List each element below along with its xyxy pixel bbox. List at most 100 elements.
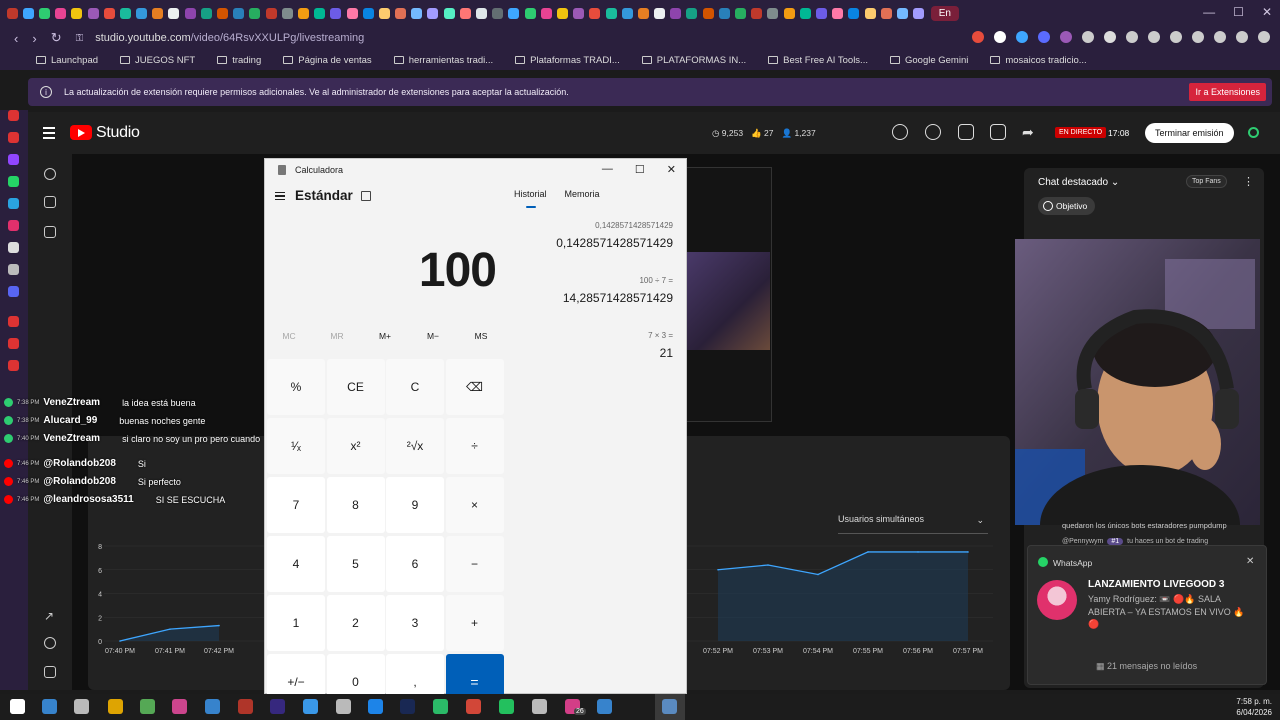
tab-favicon[interactable] (427, 7, 439, 19)
reciprocal-key[interactable]: ¹⁄ₓ (267, 418, 325, 474)
taskbar-app-icon[interactable] (74, 699, 89, 714)
tab-favicon[interactable] (718, 7, 730, 19)
stream-icon[interactable] (44, 168, 56, 180)
close-icon[interactable]: ✕ (1246, 556, 1254, 567)
sidebar-app-icon[interactable] (8, 338, 19, 349)
share-icon[interactable]: ➦ (1022, 124, 1038, 140)
minimize-icon[interactable]: — (602, 163, 613, 176)
tab-favicon[interactable] (87, 7, 99, 19)
taskbar-app-icon[interactable] (270, 699, 285, 714)
taskbar-app-icon[interactable] (303, 699, 318, 714)
data-point[interactable] (218, 624, 220, 627)
extension-icon[interactable] (972, 31, 984, 43)
tab-favicon[interactable] (621, 7, 633, 19)
navigation-menu-icon[interactable] (275, 192, 285, 200)
divide-key[interactable]: ÷ (445, 418, 504, 474)
end-stream-button[interactable]: Terminar emisión (1145, 123, 1234, 143)
digit-3-key[interactable]: 3 (386, 595, 444, 651)
tab-favicon[interactable] (346, 7, 358, 19)
tab-favicon[interactable] (443, 7, 455, 19)
tab-favicon[interactable] (217, 7, 229, 19)
taskbar-app-icon[interactable] (205, 699, 220, 714)
tab-favicon[interactable] (832, 7, 844, 19)
extension-icon[interactable] (1126, 31, 1138, 43)
tab-favicon[interactable] (378, 7, 390, 19)
tab-favicon[interactable] (362, 7, 374, 19)
bookmark-item[interactable]: Google Gemini (889, 55, 968, 66)
digit-8-key[interactable]: 8 (326, 477, 385, 533)
digit-1-key[interactable]: 1 (267, 595, 325, 651)
minimize-icon[interactable]: — (1203, 5, 1215, 19)
tab-favicon[interactable] (38, 7, 50, 19)
calendar-icon[interactable] (44, 226, 56, 238)
telegram-icon[interactable] (8, 198, 19, 209)
tab-memory[interactable]: Memoria (565, 189, 600, 199)
tab-favicon[interactable] (654, 7, 666, 19)
backspace-key[interactable]: ⌫ (445, 359, 504, 415)
extension-icon[interactable] (1148, 31, 1160, 43)
tab-favicon[interactable] (589, 7, 601, 19)
tab-favicon[interactable] (767, 7, 779, 19)
tab-favicon[interactable] (22, 7, 34, 19)
tab-favicon[interactable] (136, 7, 148, 19)
tab-favicon[interactable] (200, 7, 212, 19)
extension-icon[interactable] (1038, 31, 1050, 43)
youtube-logo-icon[interactable] (70, 125, 92, 140)
extension-icon[interactable] (1258, 31, 1270, 43)
x-icon[interactable] (8, 264, 19, 275)
tab-favicon[interactable] (395, 7, 407, 19)
tab-favicon[interactable] (686, 7, 698, 19)
square-root-key[interactable]: ²√x (386, 418, 444, 474)
memory-key[interactable]: M+ (361, 331, 409, 341)
menu-icon[interactable] (43, 127, 55, 139)
digit-7-key[interactable]: 7 (267, 477, 325, 533)
data-point[interactable] (119, 640, 121, 642)
add-key[interactable]: + (445, 595, 504, 651)
top-fans-button[interactable]: Top Fans (1186, 175, 1227, 188)
tab-favicon[interactable] (524, 7, 536, 19)
reload-icon[interactable]: ↻ (51, 30, 62, 46)
tab-favicon[interactable] (783, 7, 795, 19)
tab-favicon[interactable] (848, 7, 860, 19)
settings-icon[interactable] (44, 637, 56, 649)
more-options-icon[interactable]: ⋮ (1243, 175, 1254, 188)
bookmark-item[interactable]: Launchpad (36, 55, 98, 66)
taskbar-app-icon[interactable] (400, 699, 415, 714)
tab-favicon[interactable] (459, 7, 471, 19)
taskbar-app-icon[interactable] (433, 699, 448, 714)
data-point[interactable] (967, 551, 969, 553)
taskbar-app-icon[interactable] (238, 699, 253, 714)
digit-5-key[interactable]: 5 (326, 536, 385, 592)
instagram-icon[interactable] (8, 220, 19, 231)
tab-favicon[interactable] (799, 7, 811, 19)
tab-favicon[interactable] (735, 7, 747, 19)
close-icon[interactable]: ✕ (1262, 5, 1272, 19)
taskbar-app-icon[interactable] (597, 699, 612, 714)
site-info-icon[interactable]: ⚿ (76, 33, 84, 44)
tab-favicon[interactable] (573, 7, 585, 19)
store-icon[interactable] (958, 124, 974, 140)
back-icon[interactable]: ‹ (14, 31, 18, 46)
taskbar-app-icon[interactable] (172, 699, 187, 714)
url-field[interactable]: studio.youtube.com/video/64RsvXXULPg/liv… (95, 32, 364, 44)
system-clock[interactable]: 7:58 p. m. 6/04/2026 (1236, 696, 1272, 718)
extension-icon[interactable] (1170, 31, 1182, 43)
extension-icon[interactable] (1236, 31, 1248, 43)
bookmark-item[interactable]: mosaicos tradicio... (990, 55, 1087, 66)
opera-icon[interactable] (8, 316, 19, 327)
camera-icon[interactable] (44, 196, 56, 208)
extension-icon[interactable] (1016, 31, 1028, 43)
tab-favicon[interactable] (249, 7, 261, 19)
monetization-icon[interactable] (892, 124, 908, 140)
square-key[interactable]: x² (326, 418, 385, 474)
goal-button[interactable]: Objetivo (1038, 197, 1096, 215)
active-tab[interactable]: En (930, 5, 959, 21)
tab-favicon[interactable] (864, 7, 876, 19)
tab-history[interactable]: Historial (514, 189, 547, 199)
tab-favicon[interactable] (605, 7, 617, 19)
bookmark-item[interactable]: Página de ventas (283, 55, 372, 66)
tab-favicon[interactable] (119, 7, 131, 19)
tab-favicon[interactable] (913, 7, 925, 19)
calculator-taskbar-icon[interactable] (662, 699, 677, 714)
taskbar-app-icon[interactable] (532, 699, 547, 714)
